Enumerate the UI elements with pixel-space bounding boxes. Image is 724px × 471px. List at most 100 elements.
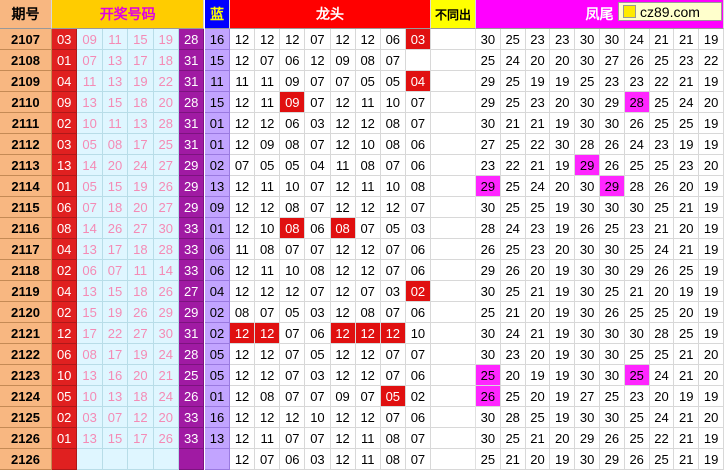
fengwei-value: 22	[699, 50, 724, 71]
winning-number: 01	[52, 50, 78, 71]
butongchu-cell	[431, 449, 476, 470]
fengwei-value: 30	[575, 197, 600, 218]
longtou-value: 08	[355, 155, 381, 176]
longtou-value: 08	[355, 302, 381, 323]
fengwei-value: 30	[575, 50, 600, 71]
fengwei-value: 19	[699, 29, 724, 50]
longtou-value: 07	[355, 218, 381, 239]
longtou-value: 12	[280, 281, 306, 302]
winning-number: 26	[153, 281, 179, 302]
blue-ball: 15	[205, 50, 230, 71]
fengwei-value: 20	[525, 344, 551, 365]
winning-number: 28	[153, 239, 179, 260]
fengwei-value: 25	[500, 281, 526, 302]
fengwei-value: 23	[476, 155, 501, 176]
header-blue-ball: 蓝	[205, 0, 230, 29]
longtou-value: 12	[330, 260, 356, 281]
winning-number: 27	[153, 155, 179, 176]
fengwei-value: 19	[550, 197, 576, 218]
longtou-value: 06	[405, 134, 431, 155]
winning-number: 15	[77, 302, 103, 323]
longtou-value: 10	[405, 323, 431, 344]
longtou-value: 06	[405, 239, 431, 260]
longtou-value: 07	[405, 197, 431, 218]
fengwei-value: 19	[550, 323, 576, 344]
fengwei-value: 20	[674, 176, 700, 197]
winning-number: 26	[128, 302, 154, 323]
fengwei-value: 30	[600, 197, 625, 218]
longtou-value: 02	[405, 386, 431, 407]
fengwei-value: 20	[674, 302, 700, 323]
longtou-value: 03	[405, 29, 431, 50]
header-period: 期号	[0, 0, 52, 29]
fengwei-value: 19	[550, 302, 576, 323]
fengwei-value: 25	[624, 344, 650, 365]
winning-number: 03	[52, 134, 78, 155]
longtou-value: 06	[405, 155, 431, 176]
winning-number	[52, 449, 78, 470]
fengwei-value: 25	[476, 302, 501, 323]
winning-number: 07	[102, 260, 129, 281]
longtou-value: 07	[280, 365, 306, 386]
fengwei-value: 20	[674, 218, 700, 239]
winning-number: 15	[102, 428, 129, 449]
winning-number: 17	[128, 428, 154, 449]
butongchu-cell	[431, 386, 476, 407]
longtou-value: 12	[355, 323, 381, 344]
fengwei-value: 30	[624, 197, 650, 218]
fengwei-value: 23	[550, 29, 576, 50]
longtou-value: 07	[355, 386, 381, 407]
winning-number: 07	[77, 197, 103, 218]
period-cell: 2126	[0, 449, 52, 470]
longtou-value: 11	[255, 71, 281, 92]
winning-number: 14	[153, 260, 179, 281]
longtou-value: 06	[305, 218, 331, 239]
butongchu-cell	[431, 197, 476, 218]
winning-number: 02	[52, 407, 78, 428]
fengwei-value: 30	[575, 29, 600, 50]
longtou-value: 12	[330, 281, 356, 302]
longtou-value: 12	[230, 113, 256, 134]
period-cell: 2112	[0, 134, 52, 155]
longtou-value: 12	[255, 344, 281, 365]
fengwei-value: 28	[624, 92, 650, 113]
fengwei-value: 19	[550, 260, 576, 281]
site-badge[interactable]: cz89.com	[618, 2, 722, 21]
blue-ball: 16	[205, 29, 230, 50]
fengwei-value: 27	[575, 386, 600, 407]
fengwei-value: 30	[575, 302, 600, 323]
fengwei-value: 21	[525, 428, 551, 449]
longtou-value: 12	[230, 218, 256, 239]
longtou-value: 09	[280, 92, 306, 113]
longtou-value: 12	[255, 29, 281, 50]
winning-number: 01	[52, 428, 78, 449]
winning-number: 15	[102, 176, 129, 197]
longtou-value: 08	[255, 386, 281, 407]
fengwei-value: 19	[699, 71, 724, 92]
blue-ball: 06	[205, 260, 230, 281]
fengwei-value: 26	[600, 155, 625, 176]
winning-number: 13	[102, 71, 129, 92]
winning-number: 27	[153, 197, 179, 218]
fengwei-value: 30	[575, 344, 600, 365]
fengwei-value: 21	[674, 428, 700, 449]
longtou-value: 12	[330, 176, 356, 197]
longtou-value: 08	[305, 260, 331, 281]
fengwei-value: 30	[476, 428, 501, 449]
blue-ball	[205, 449, 230, 470]
longtou-value: 07	[305, 428, 331, 449]
longtou-value: 05	[305, 344, 331, 365]
winning-number: 13	[52, 155, 78, 176]
fengwei-value: 20	[525, 260, 551, 281]
longtou-value: 07	[330, 71, 356, 92]
longtou-value: 11	[255, 260, 281, 281]
winning-number: 19	[128, 71, 154, 92]
longtou-value: 07	[280, 239, 306, 260]
winning-number: 19	[153, 29, 179, 50]
longtou-value: 12	[330, 344, 356, 365]
butongchu-cell	[431, 323, 476, 344]
longtou-value: 05	[255, 155, 281, 176]
fengwei-value: 26	[624, 449, 650, 470]
winning-number: 22	[153, 71, 179, 92]
fengwei-value: 25	[500, 197, 526, 218]
